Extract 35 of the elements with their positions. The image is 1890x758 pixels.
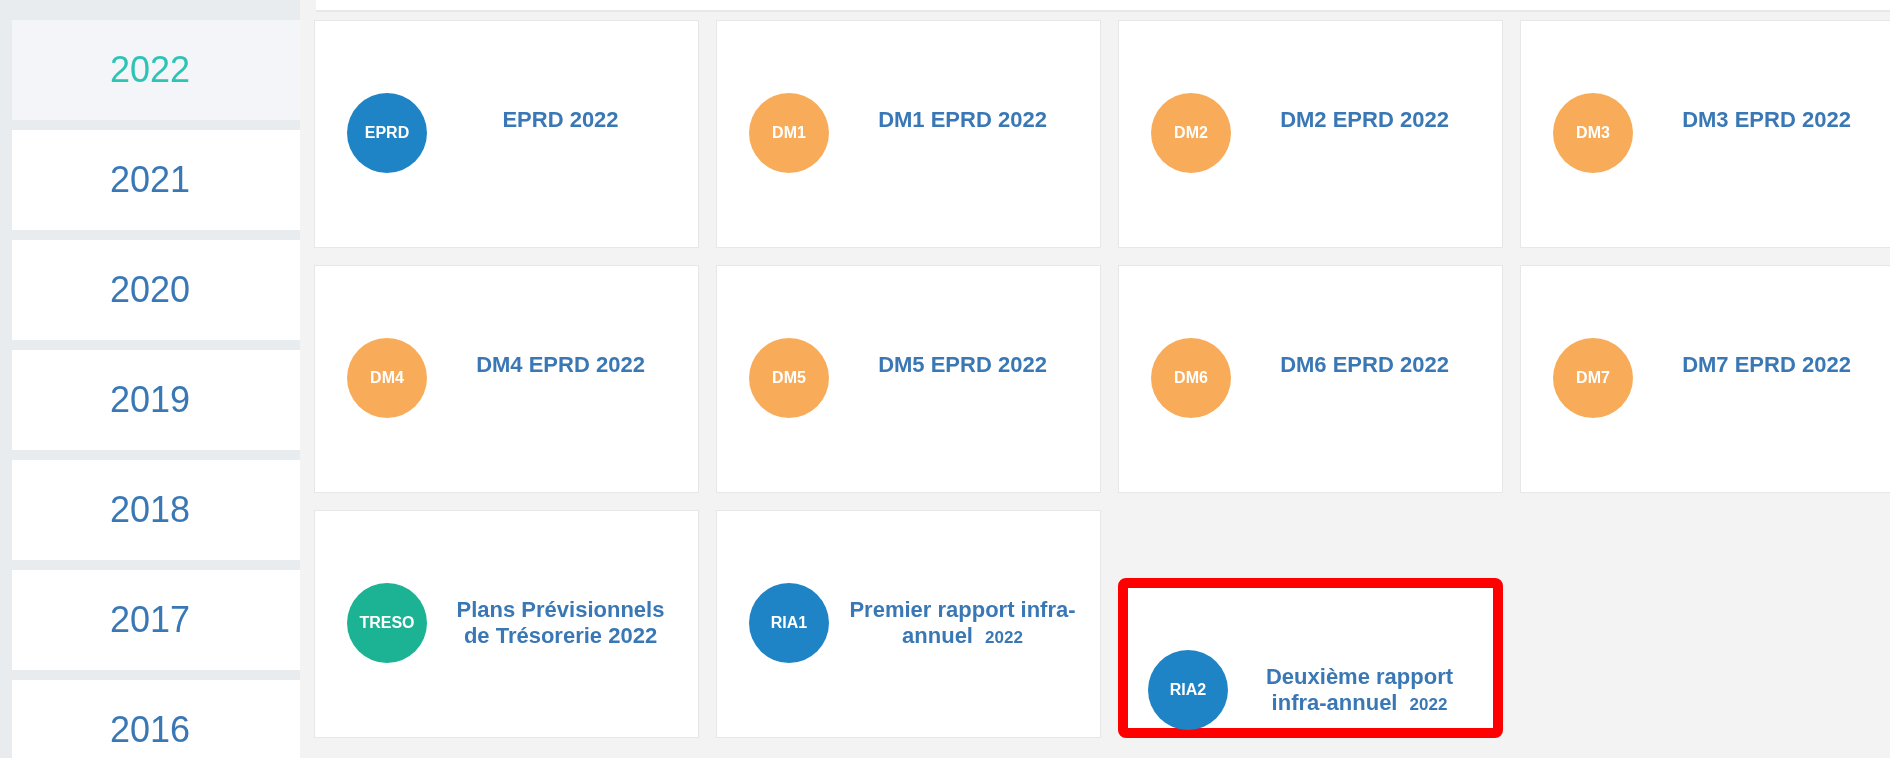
report-badge: DM3 — [1553, 93, 1633, 173]
year-tab[interactable]: 2018 — [12, 460, 300, 560]
report-card[interactable]: TRESO Plans Prévisionnels de Trésorerie 2022 — [314, 510, 699, 738]
report-badge: EPRD — [347, 93, 427, 173]
report-badge: DM7 — [1553, 338, 1633, 418]
report-card[interactable]: EPRD EPRD 2022 — [314, 20, 699, 248]
report-card[interactable]: DM7 DM7 EPRD 2022 — [1520, 265, 1890, 493]
report-title: DM2 EPRD 2022 — [1279, 107, 1450, 134]
year-tab[interactable]: 2017 — [12, 570, 300, 670]
report-card[interactable]: DM2 DM2 EPRD 2022 — [1118, 20, 1503, 248]
report-title: Plans Prévisionnels de Trésorerie 2022 — [455, 597, 666, 650]
report-title: DM7 EPRD 2022 — [1681, 352, 1852, 379]
report-card[interactable]: DM4 DM4 EPRD 2022 — [314, 265, 699, 493]
report-badge: RIA1 — [749, 583, 829, 663]
report-badge: DM6 — [1151, 338, 1231, 418]
report-card[interactable]: DM6 DM6 EPRD 2022 — [1118, 265, 1503, 493]
report-title: DM4 EPRD 2022 — [475, 352, 646, 379]
report-badge: DM1 — [749, 93, 829, 173]
report-card[interactable]: DM1 DM1 EPRD 2022 — [716, 20, 1101, 248]
report-title: DM1 EPRD 2022 — [877, 107, 1048, 134]
report-badge: DM4 — [347, 338, 427, 418]
year-tab[interactable]: 2020 — [12, 240, 300, 340]
report-title: DM6 EPRD 2022 — [1279, 352, 1450, 379]
report-badge: DM2 — [1151, 93, 1231, 173]
year-tab[interactable]: 2016 — [12, 680, 300, 758]
report-card[interactable]: DM3 DM3 EPRD 2022 — [1520, 20, 1890, 248]
year-tab[interactable]: 2019 — [12, 350, 300, 450]
year-tab[interactable]: 2021 — [12, 130, 300, 230]
report-badge: DM5 — [749, 338, 829, 418]
report-badge: TRESO — [347, 583, 427, 663]
report-badge: RIA2 — [1148, 650, 1228, 730]
report-title: DM5 EPRD 2022 — [877, 352, 1048, 379]
report-title: DM3 EPRD 2022 — [1681, 107, 1852, 134]
report-title: EPRD 2022 — [501, 107, 620, 134]
report-card[interactable]: DM5 DM5 EPRD 2022 — [716, 265, 1101, 493]
